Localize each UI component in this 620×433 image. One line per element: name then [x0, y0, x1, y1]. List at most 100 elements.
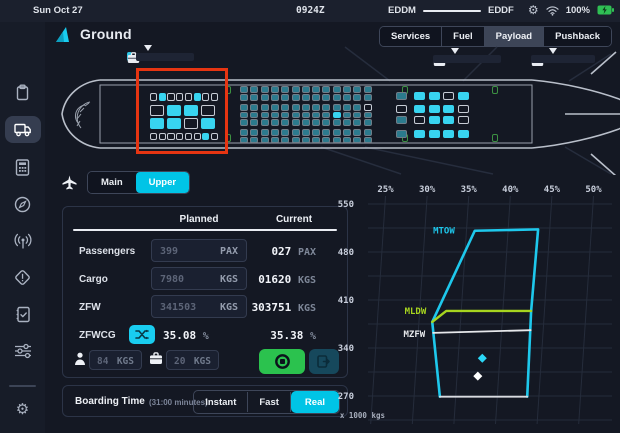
seat[interactable] — [240, 104, 248, 111]
seat[interactable] — [240, 112, 248, 119]
seat[interactable] — [292, 112, 300, 119]
seat[interactable] — [429, 116, 440, 124]
seat[interactable] — [240, 129, 248, 136]
seat[interactable] — [250, 119, 258, 126]
calculator-icon[interactable] — [5, 154, 41, 181]
seat[interactable] — [443, 92, 454, 100]
seat[interactable] — [250, 112, 258, 119]
seat[interactable] — [343, 129, 351, 136]
seat[interactable] — [240, 86, 248, 93]
seat[interactable] — [322, 137, 330, 144]
seat[interactable] — [312, 112, 320, 119]
seat[interactable] — [261, 119, 269, 126]
seat[interactable] — [250, 137, 258, 144]
seat[interactable] — [281, 137, 289, 144]
seat[interactable] — [414, 92, 425, 100]
seat[interactable] — [271, 129, 279, 136]
seat[interactable] — [364, 137, 372, 144]
seat[interactable] — [343, 86, 351, 93]
cargo-bay-aft[interactable] — [433, 55, 501, 63]
pax-weight-input[interactable]: 84 KGS — [89, 350, 142, 370]
seat[interactable] — [302, 137, 310, 144]
cargo-planned-input[interactable]: 7980 KGS — [151, 267, 247, 290]
seat[interactable] — [429, 130, 440, 138]
seat[interactable] — [322, 129, 330, 136]
seat[interactable] — [458, 130, 469, 138]
seat[interactable] — [250, 86, 258, 93]
seat[interactable] — [312, 104, 320, 111]
seat[interactable] — [322, 94, 330, 101]
seat[interactable] — [443, 116, 454, 124]
seat[interactable] — [281, 129, 289, 136]
seat[interactable] — [271, 119, 279, 126]
seat[interactable] — [281, 86, 289, 93]
seat[interactable] — [458, 92, 469, 100]
seat[interactable] — [271, 112, 279, 119]
seat[interactable] — [343, 104, 351, 111]
seat[interactable] — [271, 104, 279, 111]
seat[interactable] — [312, 137, 320, 144]
seat[interactable] — [353, 137, 361, 144]
seat[interactable] — [364, 86, 372, 93]
seat[interactable] — [292, 104, 300, 111]
seat[interactable] — [343, 137, 351, 144]
seat[interactable] — [414, 130, 425, 138]
ground-services-icon[interactable] — [5, 116, 41, 143]
zfw-planned-input[interactable]: 341503 KGS — [151, 295, 247, 318]
seat[interactable] — [396, 130, 407, 138]
seat[interactable] — [396, 105, 407, 113]
seat[interactable] — [353, 119, 361, 126]
seat[interactable] — [302, 119, 310, 126]
seat[interactable] — [292, 86, 300, 93]
seat[interactable] — [364, 104, 372, 111]
seat[interactable] — [429, 105, 440, 113]
seat[interactable] — [353, 94, 361, 101]
seat[interactable] — [281, 104, 289, 111]
seat[interactable] — [302, 104, 310, 111]
seat[interactable] — [271, 94, 279, 101]
seat[interactable] — [302, 86, 310, 93]
seat[interactable] — [250, 94, 258, 101]
seat[interactable] — [353, 104, 361, 111]
seat[interactable] — [364, 94, 372, 101]
seat[interactable] — [281, 112, 289, 119]
seat[interactable] — [333, 129, 341, 136]
seat[interactable] — [302, 94, 310, 101]
failures-icon[interactable] — [5, 264, 41, 291]
boarding-fast-button[interactable]: Fast — [248, 392, 291, 412]
seat[interactable] — [250, 129, 258, 136]
seat[interactable] — [312, 119, 320, 126]
seat[interactable] — [240, 94, 248, 101]
tab-fuel[interactable]: Fuel — [442, 27, 485, 46]
cargo-bay-fwd[interactable] — [127, 52, 194, 61]
cg-swap-button[interactable] — [129, 325, 155, 344]
seat[interactable] — [312, 129, 320, 136]
seat[interactable] — [353, 129, 361, 136]
seat[interactable] — [302, 112, 310, 119]
seat[interactable] — [414, 116, 425, 124]
tab-payload[interactable]: Payload — [485, 27, 544, 46]
seat[interactable] — [333, 86, 341, 93]
seat[interactable] — [396, 92, 407, 100]
seat[interactable] — [343, 112, 351, 119]
seat[interactable] — [322, 119, 330, 126]
compass-icon[interactable] — [5, 191, 41, 218]
seat[interactable] — [343, 94, 351, 101]
checklists-icon[interactable] — [5, 301, 41, 328]
start-boarding-button[interactable] — [259, 349, 305, 374]
seat[interactable] — [333, 104, 341, 111]
seat[interactable] — [312, 94, 320, 101]
seat[interactable] — [271, 86, 279, 93]
seat[interactable] — [414, 105, 425, 113]
seat[interactable] — [429, 92, 440, 100]
seat[interactable] — [261, 112, 269, 119]
seat[interactable] — [302, 129, 310, 136]
seat[interactable] — [364, 129, 372, 136]
seat[interactable] — [261, 137, 269, 144]
seat[interactable] — [458, 116, 469, 124]
seat[interactable] — [443, 105, 454, 113]
passengers-planned-input[interactable]: 399 PAX — [151, 239, 247, 262]
seat[interactable] — [261, 129, 269, 136]
seat[interactable] — [333, 119, 341, 126]
seat[interactable] — [458, 105, 469, 113]
